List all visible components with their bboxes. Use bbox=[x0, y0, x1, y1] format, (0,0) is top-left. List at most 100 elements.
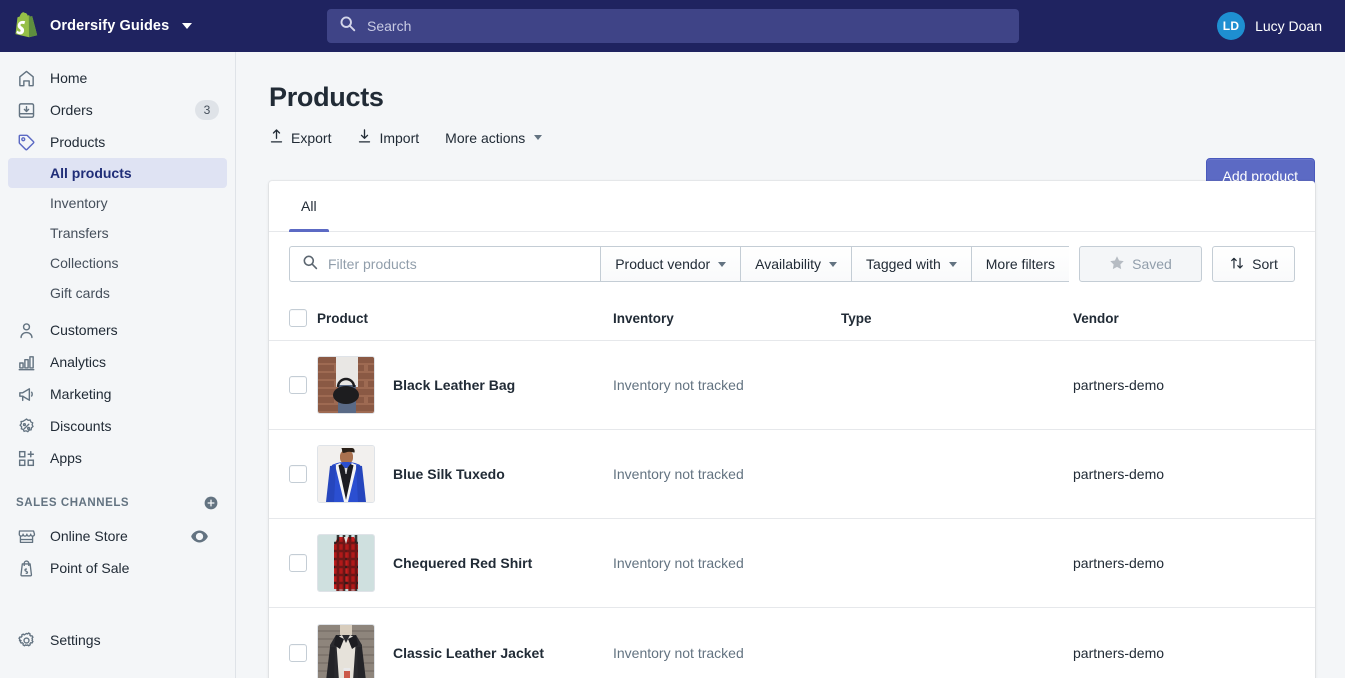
sort-button[interactable]: Sort bbox=[1212, 246, 1295, 282]
chevron-down-icon bbox=[948, 261, 957, 267]
sidebar-label: Online Store bbox=[50, 528, 128, 544]
vendor-cell: partners-demo bbox=[1073, 644, 1165, 661]
row-checkbox[interactable] bbox=[289, 554, 307, 572]
saved-filters-button[interactable]: Saved bbox=[1079, 246, 1202, 282]
sidebar: Home Orders 3 Products All products Inve… bbox=[0, 52, 236, 678]
select-all-checkbox[interactable] bbox=[289, 309, 307, 327]
sidebar-label: Home bbox=[50, 70, 88, 86]
sidebar-item-customers[interactable]: Customers bbox=[8, 314, 227, 346]
analytics-icon bbox=[16, 352, 36, 372]
store-name: Ordersify Guides bbox=[50, 18, 170, 34]
table-row[interactable]: Blue Silk Tuxedo Inventory not tracked p… bbox=[269, 430, 1315, 519]
sidebar-label: Customers bbox=[50, 322, 118, 338]
vendor-cell: partners-demo bbox=[1073, 466, 1165, 482]
sidebar-label: Analytics bbox=[50, 354, 107, 370]
plus-circle-icon[interactable] bbox=[203, 495, 219, 511]
orders-icon bbox=[16, 100, 36, 120]
sidebar-item-apps[interactable]: Apps bbox=[8, 442, 227, 474]
global-search-placeholder: Search bbox=[367, 18, 412, 34]
product-cell: Classic Leather Jacket bbox=[317, 623, 613, 678]
orders-count-badge: 3 bbox=[195, 100, 219, 120]
column-header-vendor: Vendor bbox=[1073, 310, 1119, 326]
sidebar-item-settings[interactable]: Settings bbox=[8, 624, 227, 656]
export-button[interactable]: Export bbox=[269, 128, 331, 147]
user-menu[interactable]: LD Lucy Doan bbox=[1217, 0, 1322, 52]
sidebar-item-online-store[interactable]: Online Store bbox=[8, 520, 227, 552]
sidebar-sublabel: Collections bbox=[50, 255, 119, 271]
import-label: Import bbox=[379, 129, 420, 146]
table-header: Product Inventory Type Vendor bbox=[269, 296, 1315, 341]
sidebar-label: Products bbox=[50, 134, 106, 150]
black-leather-bag-thumbnail bbox=[317, 356, 375, 414]
row-select-cell bbox=[289, 554, 317, 572]
sidebar-sublabel: Inventory bbox=[50, 195, 108, 211]
availability-label: Availability bbox=[755, 256, 822, 272]
sidebar-label: Orders bbox=[50, 102, 93, 118]
row-select-cell bbox=[289, 465, 317, 483]
filter-products-placeholder: Filter products bbox=[328, 256, 417, 272]
row-checkbox[interactable] bbox=[289, 376, 307, 394]
row-checkbox[interactable] bbox=[289, 643, 307, 662]
sidebar-item-analytics[interactable]: Analytics bbox=[8, 346, 227, 378]
tab-all[interactable]: All bbox=[289, 181, 329, 232]
row-checkbox[interactable] bbox=[289, 465, 307, 483]
sidebar-item-all-products[interactable]: All products bbox=[8, 158, 227, 188]
apps-icon bbox=[16, 448, 36, 468]
filter-products-input[interactable]: Filter products bbox=[289, 246, 601, 282]
sidebar-item-transfers[interactable]: Transfers bbox=[8, 218, 227, 248]
chevron-down-icon bbox=[182, 23, 193, 29]
sidebar-sublabel: Transfers bbox=[50, 225, 109, 241]
availability-filter[interactable]: Availability bbox=[740, 246, 852, 282]
sidebar-item-point-of-sale[interactable]: Point of Sale bbox=[8, 552, 227, 584]
page-title: Products bbox=[269, 82, 384, 112]
sidebar-sublabel: All products bbox=[50, 165, 132, 181]
sidebar-item-products[interactable]: Products bbox=[8, 126, 227, 158]
sidebar-item-orders[interactable]: Orders 3 bbox=[8, 94, 227, 126]
chevron-down-icon bbox=[718, 261, 727, 267]
inventory-cell: Inventory not tracked bbox=[613, 377, 744, 393]
store-switcher[interactable]: Ordersify Guides bbox=[0, 0, 236, 52]
product-name: Blue Silk Tuxedo bbox=[393, 466, 505, 482]
main-content: Products Export Import More actions Add … bbox=[236, 52, 1345, 678]
discounts-percent-icon bbox=[16, 416, 36, 436]
tagged-with-filter[interactable]: Tagged with bbox=[851, 246, 971, 282]
sidebar-item-gift-cards[interactable]: Gift cards bbox=[8, 278, 227, 308]
sidebar-item-inventory[interactable]: Inventory bbox=[8, 188, 227, 218]
column-header-product: Product bbox=[317, 310, 369, 326]
sidebar-label: Settings bbox=[50, 632, 101, 648]
product-vendor-filter[interactable]: Product vendor bbox=[600, 246, 741, 282]
more-actions-label: More actions bbox=[445, 129, 526, 146]
products-card: All Filter products Product vendor Avail… bbox=[269, 181, 1315, 678]
saved-label: Saved bbox=[1132, 256, 1172, 272]
sidebar-item-collections[interactable]: Collections bbox=[8, 248, 227, 278]
vendor-cell: partners-demo bbox=[1073, 377, 1165, 393]
customers-icon bbox=[16, 320, 36, 340]
sidebar-item-home[interactable]: Home bbox=[8, 62, 227, 94]
sidebar-item-marketing[interactable]: Marketing bbox=[8, 378, 227, 410]
sort-label: Sort bbox=[1252, 256, 1278, 272]
sales-channels-header: SALES CHANNELS bbox=[8, 488, 227, 518]
export-label: Export bbox=[291, 129, 332, 146]
user-name: Lucy Doan bbox=[1255, 18, 1322, 34]
inventory-cell: Inventory not tracked bbox=[613, 466, 744, 482]
filter-bar: Filter products Product vendor Availabil… bbox=[269, 232, 1315, 296]
table-row[interactable]: Classic Leather Jacket Inventory not tra… bbox=[269, 608, 1315, 678]
select-all-cell bbox=[289, 309, 317, 327]
eye-icon[interactable] bbox=[184, 526, 215, 546]
sidebar-item-discounts[interactable]: Discounts bbox=[8, 410, 227, 442]
column-header-inventory: Inventory bbox=[613, 310, 674, 326]
import-button[interactable]: Import bbox=[357, 128, 419, 147]
sidebar-label: Point of Sale bbox=[50, 560, 130, 576]
product-name: Classic Leather Jacket bbox=[393, 644, 544, 661]
global-search[interactable]: Search bbox=[327, 9, 1019, 43]
table-row[interactable]: Black Leather Bag Inventory not tracked … bbox=[269, 341, 1315, 430]
more-actions-button[interactable]: More actions bbox=[445, 129, 543, 146]
table-row[interactable]: Chequered Red Shirt Inventory not tracke… bbox=[269, 519, 1315, 608]
sidebar-sublabel: Gift cards bbox=[50, 285, 110, 301]
avatar: LD bbox=[1217, 12, 1246, 40]
more-filters-button[interactable]: More filters bbox=[970, 246, 1069, 282]
search-icon bbox=[339, 15, 356, 37]
chevron-down-icon bbox=[829, 261, 838, 267]
column-header-type: Type bbox=[841, 310, 872, 326]
download-arrow-icon bbox=[357, 128, 372, 147]
